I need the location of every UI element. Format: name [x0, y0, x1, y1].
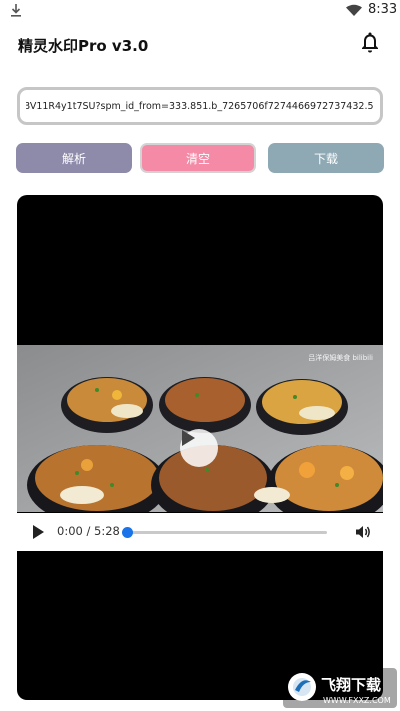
- time-display: 0:00 / 5:28: [57, 524, 120, 538]
- parse-button[interactable]: 解析: [16, 143, 132, 173]
- video-player[interactable]: 吕洋保姆美食 bilibili 0:00 / 5:28: [17, 195, 383, 700]
- time-separator: /: [82, 524, 95, 538]
- download-button[interactable]: 下载: [268, 143, 384, 173]
- site-logo-text: 飞翔下载: [321, 676, 381, 694]
- wifi-icon: [346, 4, 362, 16]
- seek-bar-handle[interactable]: [122, 527, 133, 538]
- video-controls: 0:00 / 5:28: [17, 513, 383, 551]
- duration: 5:28: [94, 524, 120, 538]
- video-frame[interactable]: 吕洋保姆美食 bilibili: [17, 345, 383, 512]
- play-icon: [182, 430, 195, 446]
- clear-button[interactable]: 清空: [140, 143, 256, 173]
- site-logo-url: WWW.FXXZ.COM: [323, 696, 391, 705]
- url-input-box[interactable]: [17, 87, 383, 125]
- seek-bar[interactable]: [122, 527, 327, 538]
- clock: 8:33: [368, 2, 398, 17]
- bell-icon[interactable]: [358, 30, 382, 54]
- video-watermark: 吕洋保姆美食 bilibili: [308, 354, 373, 362]
- volume-icon[interactable]: [355, 524, 371, 540]
- status-bar: 8:33: [0, 0, 400, 22]
- app-title: 精灵水印Pro v3.0: [18, 37, 149, 55]
- play-icon[interactable]: [31, 524, 45, 540]
- current-time: 0:00: [57, 524, 83, 538]
- url-input[interactable]: [20, 90, 380, 122]
- big-play-button[interactable]: [180, 429, 218, 467]
- site-logo: 飞翔下载 WWW.FXXZ.COM: [283, 668, 397, 708]
- download-icon: [11, 4, 21, 17]
